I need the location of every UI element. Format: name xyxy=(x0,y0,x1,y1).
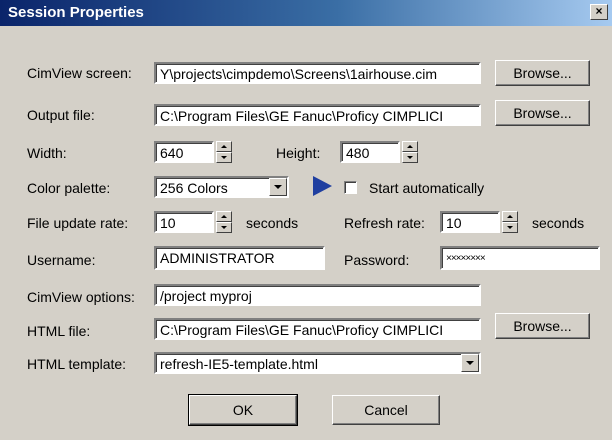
html-template-label: HTML template: xyxy=(27,356,127,372)
cancel-button[interactable]: Cancel xyxy=(332,395,440,425)
width-spin-up-icon[interactable] xyxy=(216,141,232,152)
file-update-rate-label: File update rate: xyxy=(27,215,129,231)
username-field[interactable]: ADMINISTRATOR xyxy=(154,246,325,270)
file-update-rate-field[interactable]: 10 xyxy=(154,211,214,233)
file-update-rate-spinner[interactable] xyxy=(216,211,232,233)
color-palette-value: 256 Colors xyxy=(160,180,228,196)
width-spin-down-icon[interactable] xyxy=(216,152,232,163)
dialog-title: Session Properties xyxy=(8,4,144,21)
file-update-rate-spin-down-icon[interactable] xyxy=(216,222,232,233)
html-file-field[interactable]: C:\Program Files\GE Fanuc\Proficy CIMPLI… xyxy=(154,318,481,340)
seconds-label-2: seconds xyxy=(532,215,585,231)
color-palette-dropdown-icon[interactable] xyxy=(269,178,287,196)
width-spinner[interactable] xyxy=(216,141,232,163)
refresh-rate-spinner[interactable] xyxy=(502,211,518,233)
html-file-label: HTML file: xyxy=(27,323,91,339)
session-properties-dialog: Session Properties × CimView screen: Y\p… xyxy=(0,0,612,440)
html-template-value: refresh-IE5-template.html xyxy=(160,356,318,372)
close-icon[interactable]: × xyxy=(590,4,608,20)
cimview-screen-field[interactable]: Y\projects\cimpdemo\Screens\1airhouse.ci… xyxy=(154,62,481,84)
refresh-rate-label: Refresh rate: xyxy=(344,215,425,231)
start-automatically-label: Start automatically xyxy=(369,180,485,196)
refresh-rate-spin-up-icon[interactable] xyxy=(502,211,518,222)
height-spin-down-icon[interactable] xyxy=(402,152,418,163)
width-label: Width: xyxy=(27,145,67,161)
seconds-label-1: seconds xyxy=(246,215,299,231)
file-update-rate-spin-up-icon[interactable] xyxy=(216,211,232,222)
play-arrow-icon xyxy=(313,176,332,196)
html-template-select[interactable]: refresh-IE5-template.html xyxy=(154,352,481,374)
title-bar[interactable]: Session Properties × xyxy=(0,0,612,26)
start-automatically-checkbox[interactable] xyxy=(344,181,357,194)
browse-html-file-button[interactable]: Browse... xyxy=(495,313,590,339)
username-label: Username: xyxy=(27,252,96,268)
width-field[interactable]: 640 xyxy=(154,141,214,163)
refresh-rate-spin-down-icon[interactable] xyxy=(502,222,518,233)
height-label: Height: xyxy=(276,145,321,161)
output-file-label: Output file: xyxy=(27,107,95,123)
html-template-dropdown-icon[interactable] xyxy=(461,354,479,372)
browse-cimview-screen-button[interactable]: Browse... xyxy=(495,60,590,86)
height-spin-up-icon[interactable] xyxy=(402,141,418,152)
cimview-options-field[interactable]: /project myproj xyxy=(154,284,481,306)
browse-output-file-button[interactable]: Browse... xyxy=(495,100,590,126)
height-spinner[interactable] xyxy=(402,141,418,163)
ok-button[interactable]: OK xyxy=(188,394,298,426)
cimview-screen-label: CimView screen: xyxy=(27,65,132,81)
refresh-rate-field[interactable]: 10 xyxy=(440,211,500,233)
height-field[interactable]: 480 xyxy=(340,141,400,163)
cimview-options-label: CimView options: xyxy=(27,289,135,305)
password-field[interactable]: ×××××××× xyxy=(440,246,600,270)
password-label: Password: xyxy=(344,252,410,268)
output-file-field[interactable]: C:\Program Files\GE Fanuc\Proficy CIMPLI… xyxy=(154,104,481,126)
color-palette-label: Color palette: xyxy=(27,180,111,196)
